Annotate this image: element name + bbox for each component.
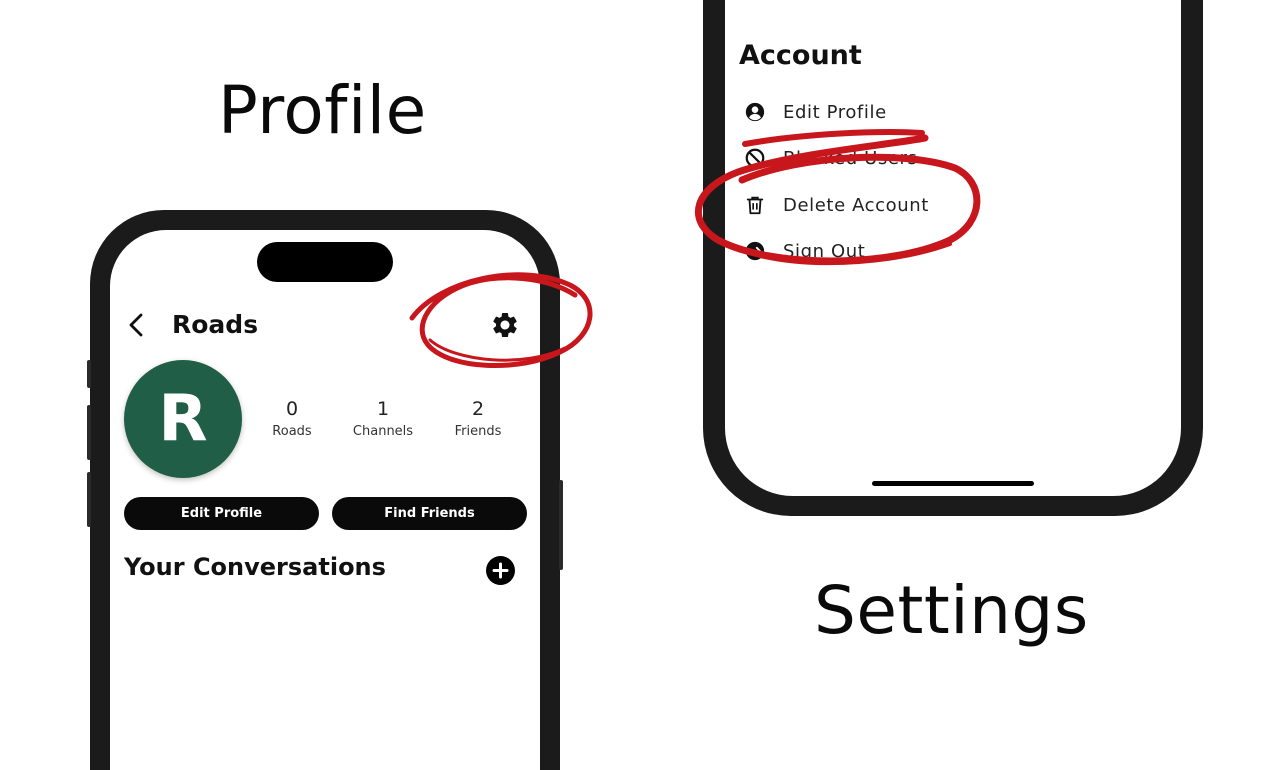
home-indicator <box>872 481 1034 486</box>
sign-out-icon <box>743 239 767 263</box>
menu-item-delete-account[interactable]: Delete Account <box>743 190 929 220</box>
find-friends-button[interactable]: Find Friends <box>332 497 527 530</box>
stat-roads-label: Roads <box>272 424 312 439</box>
dynamic-island <box>257 242 393 282</box>
menu-item-label: Edit Profile <box>783 101 887 123</box>
stat-channels[interactable]: 1 Channels <box>338 398 428 439</box>
user-circle-icon <box>743 100 767 124</box>
volume-up-button <box>87 405 91 460</box>
menu-item-label: Sign Out <box>783 240 866 262</box>
settings-caption: Settings <box>814 572 1089 649</box>
profile-phone-frame: Roads R 0 Roads 1 Channels 2 Friends Edi… <box>87 210 563 770</box>
account-heading: Account <box>739 40 862 71</box>
conversations-heading: Your Conversations <box>124 553 386 581</box>
power-button <box>559 480 563 570</box>
stat-roads-value: 0 <box>285 398 299 420</box>
new-conversation-button[interactable] <box>486 556 515 585</box>
settings-screen: Account Edit Profile Blocked Users Delet… <box>725 0 1181 496</box>
back-chevron-icon[interactable] <box>124 312 150 338</box>
volume-down-button <box>87 472 91 527</box>
edit-profile-button[interactable]: Edit Profile <box>124 497 319 530</box>
stat-channels-label: Channels <box>352 424 414 439</box>
stat-friends[interactable]: 2 Friends <box>433 398 523 439</box>
settings-phone-frame: Account Edit Profile Blocked Users Delet… <box>703 0 1203 516</box>
stat-friends-value: 2 <box>471 398 485 420</box>
stat-roads[interactable]: 0 Roads <box>247 398 337 439</box>
action-button <box>87 360 91 388</box>
avatar[interactable]: R <box>124 360 242 478</box>
block-icon <box>743 146 767 170</box>
profile-title: Roads <box>172 310 259 339</box>
menu-item-edit-profile[interactable]: Edit Profile <box>743 97 887 127</box>
stat-channels-value: 1 <box>376 398 390 420</box>
menu-item-label: Delete Account <box>783 194 929 216</box>
trash-icon <box>743 193 767 217</box>
stat-friends-label: Friends <box>454 424 502 439</box>
plus-icon <box>492 562 509 579</box>
gear-icon[interactable] <box>490 310 520 340</box>
profile-screen: Roads R 0 Roads 1 Channels 2 Friends Edi… <box>110 230 540 770</box>
menu-item-label: Blocked Users <box>783 147 918 169</box>
menu-item-blocked-users[interactable]: Blocked Users <box>743 143 917 173</box>
profile-caption: Profile <box>218 72 427 149</box>
menu-item-sign-out[interactable]: Sign Out <box>743 236 865 266</box>
